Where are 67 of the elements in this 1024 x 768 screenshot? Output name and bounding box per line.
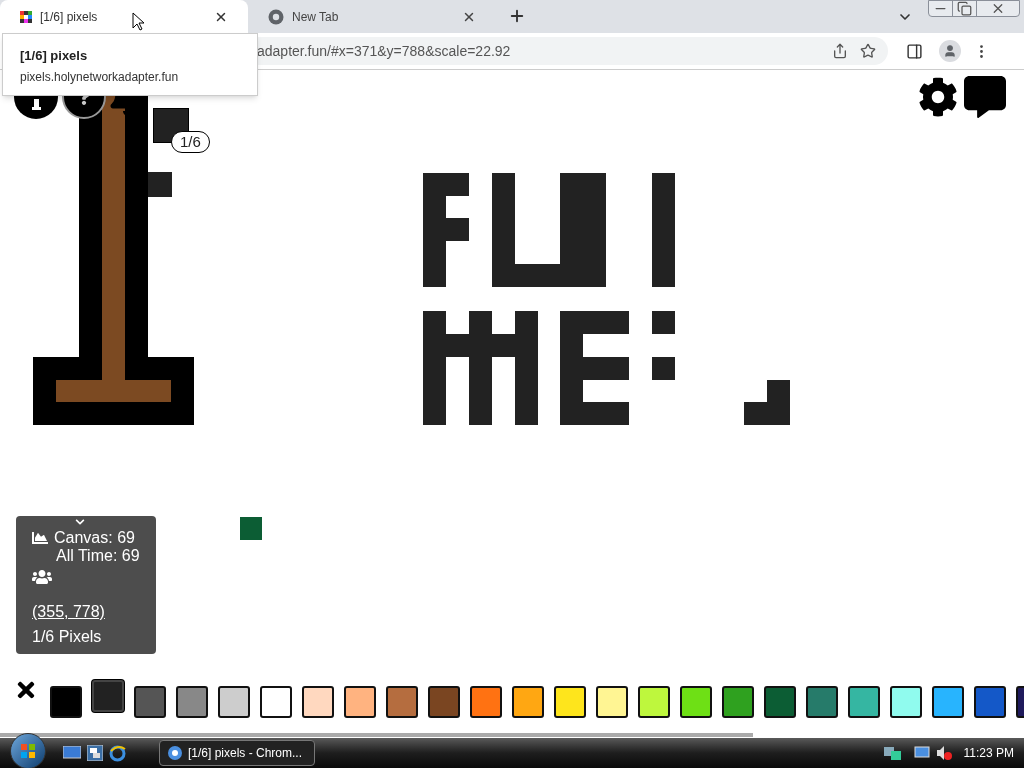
mouse-cursor-icon [132,12,145,31]
pixel-grid-icon [20,10,32,23]
chat-icon[interactable] [964,76,1006,118]
users-icon [32,567,52,587]
windows-logo-icon [20,743,36,759]
color-swatch[interactable] [260,686,292,718]
tooltip-url: pixels.holynetworkadapter.fun [20,68,180,86]
monitor-icon[interactable] [913,745,930,761]
color-swatch[interactable] [974,686,1006,718]
pixel [652,311,675,334]
scrollbar[interactable] [0,733,753,737]
color-swatch[interactable] [344,686,376,718]
color-swatch[interactable] [512,686,544,718]
canvas-count: Canvas: 69 [54,529,135,547]
color-swatch[interactable] [428,686,460,718]
color-swatch[interactable] [680,686,712,718]
task-title: [1/6] pixels - Chrom... [188,745,303,762]
network-icon[interactable] [883,745,902,761]
share-icon[interactable] [832,43,848,59]
start-button[interactable] [10,733,46,768]
muted-speaker-icon[interactable] [935,745,952,761]
coordinates-link[interactable]: (355, 778) [32,602,105,622]
color-swatch[interactable] [806,686,838,718]
color-swatch[interactable] [470,686,502,718]
color-swatch[interactable] [848,686,880,718]
color-swatch[interactable] [302,686,334,718]
pixels-left: 1/6 Pixels [32,627,103,647]
chrome-icon [268,8,284,25]
browser-tab[interactable]: New Tab [248,0,496,33]
side-panel-icon[interactable] [906,42,923,60]
all-time-count: All Time: 69 [56,547,140,565]
color-swatch[interactable] [890,686,922,718]
star-icon[interactable] [860,43,876,59]
profile-avatar[interactable] [939,40,961,62]
color-swatch[interactable] [596,686,628,718]
color-swatch[interactable] [932,686,964,718]
color-swatch[interactable] [722,686,754,718]
color-swatch[interactable] [554,686,586,718]
address-text: adapter.fun/#x=371&y=788&scale=22.92 [257,41,512,61]
browser-tab[interactable]: [1/6] pixels [0,0,248,33]
chrome-icon [168,746,182,760]
pixel [240,517,262,540]
color-swatch[interactable] [176,686,208,718]
color-swatch[interactable] [764,686,796,718]
tab-title: [1/6] pixels [40,8,98,26]
desktop-icon[interactable] [63,746,81,760]
tab-title: New Tab [292,8,339,26]
color-swatch[interactable] [218,686,250,718]
settings-icon[interactable] [918,77,958,117]
new-tab-icon[interactable] [508,7,526,25]
pixel-mark [744,380,790,425]
chart-icon [32,530,48,546]
pixel-count-badge: 1/6 [171,131,210,153]
color-swatch[interactable] [386,686,418,718]
pixel [148,172,172,197]
clock: 11:23 PM [963,745,1014,762]
taskbar-button[interactable]: [1/6] pixels - Chrom... [159,740,315,766]
info-icon [31,98,41,110]
windows-icon[interactable] [87,745,103,761]
pixel [652,357,675,380]
browser-icon[interactable] [109,744,126,762]
color-swatch[interactable] [92,680,124,712]
tooltip-title: [1/6] pixels [20,47,89,65]
color-swatch[interactable] [134,686,166,718]
color-swatch[interactable] [638,686,670,718]
collapse-icon[interactable] [75,517,85,527]
color-swatch[interactable] [50,686,82,718]
